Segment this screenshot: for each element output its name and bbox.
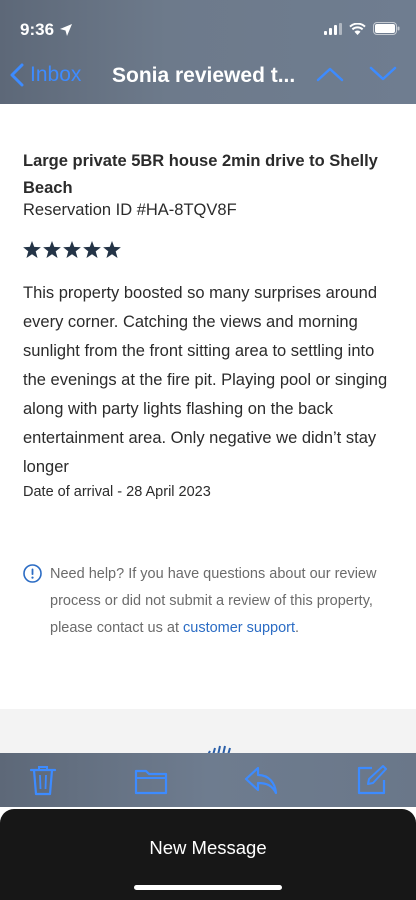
battery-icon: [373, 22, 400, 35]
chevron-down-icon[interactable]: [369, 66, 397, 82]
cellular-signal-icon: [324, 22, 342, 35]
help-suffix: .: [295, 620, 300, 636]
folder-icon[interactable]: [134, 767, 168, 795]
property-title: Large private 5BR house 2min drive to Sh…: [23, 152, 378, 197]
back-label: Inbox: [30, 63, 82, 86]
email-subject-title: Sonia reviewed t...: [112, 64, 296, 87]
star-icon: [83, 241, 101, 258]
info-icon: [23, 564, 42, 583]
navigation-header: 9:36 Inbox Sonia reviewed t...: [0, 0, 416, 104]
email-body: Large private 5BR house 2min drive to Sh…: [0, 104, 416, 709]
reply-icon[interactable]: [244, 765, 278, 795]
arrival-date: Date of arrival - 28 April 2023: [23, 484, 211, 500]
status-time: 9:36: [20, 20, 73, 40]
review-text: This property boosted so many surprises …: [23, 284, 388, 476]
compose-icon[interactable]: [356, 764, 388, 796]
wifi-icon: [349, 22, 366, 35]
new-message-title: New Message: [149, 837, 267, 858]
help-notice: Need help? If you have questions about o…: [50, 561, 395, 642]
star-icon: [103, 241, 121, 258]
star-icon: [43, 241, 61, 258]
status-indicators: [324, 22, 400, 35]
home-indicator: [134, 885, 282, 890]
mail-toolbar: [0, 753, 416, 807]
location-arrow-icon: [60, 24, 73, 36]
customer-support-link[interactable]: customer support: [183, 620, 295, 636]
chevron-left-icon: [10, 63, 24, 87]
star-rating: [23, 241, 121, 258]
back-button[interactable]: Inbox: [10, 63, 81, 87]
trash-icon[interactable]: [29, 764, 57, 796]
new-message-sheet[interactable]: New Message: [0, 809, 416, 900]
status-time-label: 9:36: [20, 20, 55, 39]
star-icon: [23, 241, 41, 258]
reservation-id: Reservation ID #HA-8TQV8F: [23, 201, 237, 219]
star-icon: [63, 241, 81, 258]
chevron-up-icon[interactable]: [316, 66, 344, 82]
